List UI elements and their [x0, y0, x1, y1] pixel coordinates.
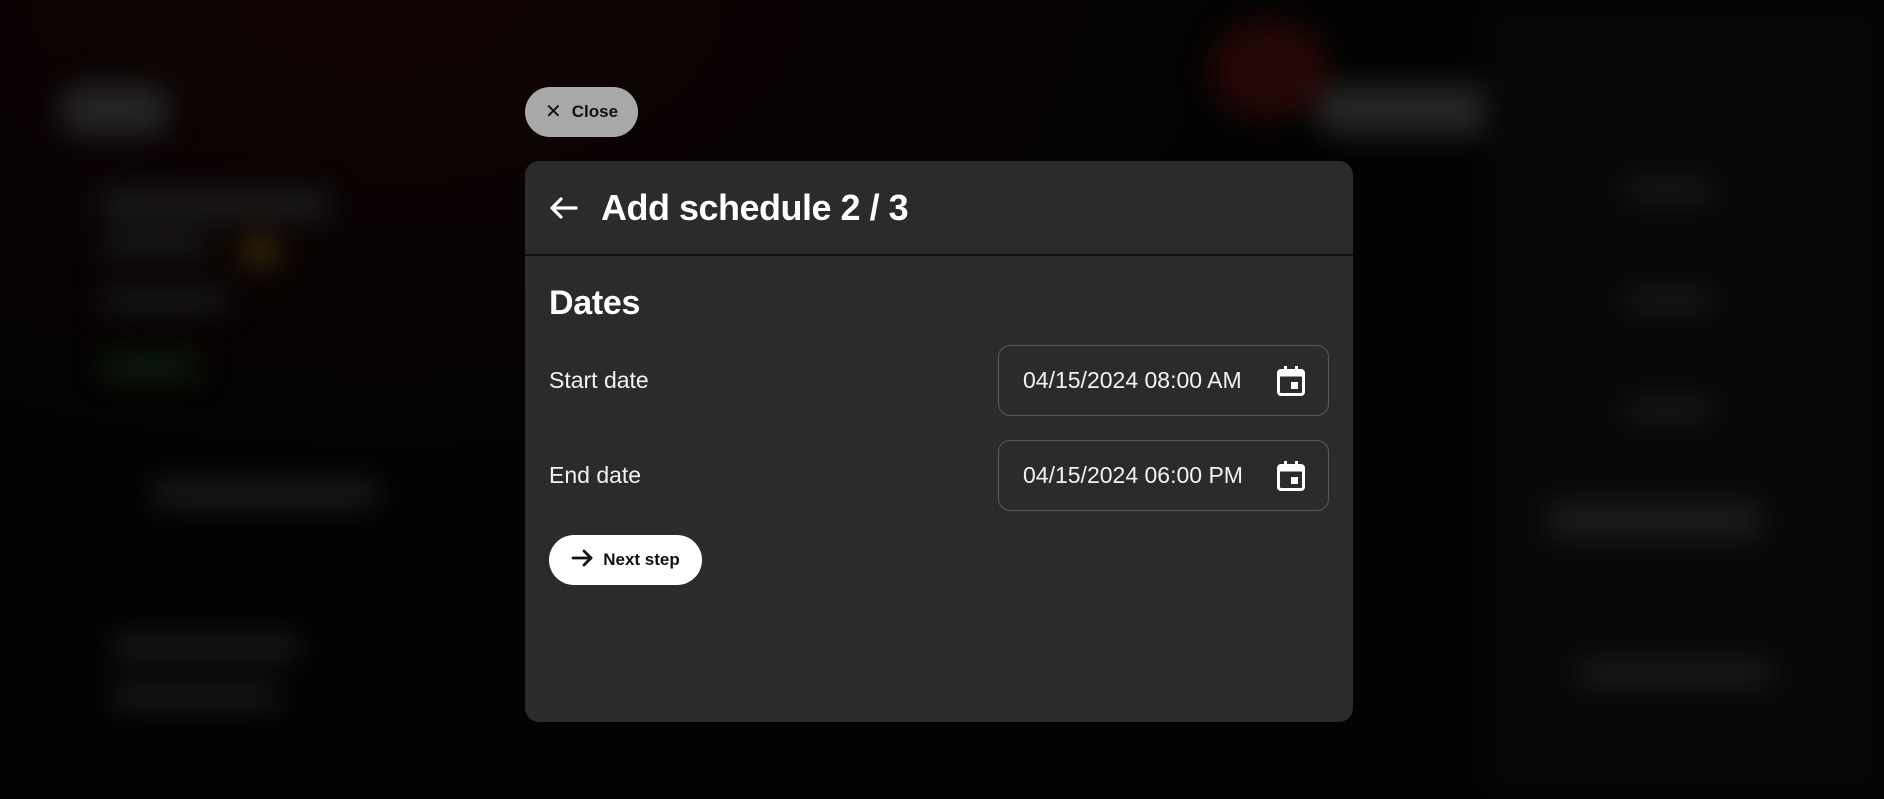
start-date-row: Start date 04/15/2024 08:00 AM	[549, 345, 1329, 416]
close-icon: ✕	[544, 101, 562, 123]
close-button-label: Close	[571, 102, 619, 121]
dialog-title: Add schedule 2 / 3	[601, 186, 909, 228]
arrow-right-icon	[571, 549, 593, 572]
end-date-input[interactable]: 04/15/2024 06:00 PM	[998, 440, 1329, 511]
start-date-input[interactable]: 04/15/2024 08:00 AM	[998, 345, 1329, 416]
add-schedule-dialog: Add schedule 2 / 3 Dates Start date 04/1…	[525, 161, 1353, 722]
arrow-left-icon[interactable]	[549, 193, 579, 223]
start-date-value: 04/15/2024 08:00 AM	[1023, 367, 1242, 393]
next-step-label: Next step	[603, 550, 680, 569]
end-date-row: End date 04/15/2024 06:00 PM	[549, 440, 1329, 511]
next-step-button[interactable]: Next step	[549, 535, 702, 585]
dialog-header: Add schedule 2 / 3	[525, 161, 1353, 256]
close-button[interactable]: ✕ Close	[525, 87, 638, 137]
end-date-label: End date	[549, 462, 642, 488]
calendar-icon[interactable]	[1276, 460, 1306, 492]
dialog-body: Dates Start date 04/15/2024 08:00 AM End…	[525, 256, 1353, 585]
end-date-value: 04/15/2024 06:00 PM	[1023, 462, 1243, 488]
calendar-icon[interactable]	[1276, 365, 1306, 397]
start-date-label: Start date	[549, 367, 649, 393]
section-title: Dates	[549, 284, 641, 322]
